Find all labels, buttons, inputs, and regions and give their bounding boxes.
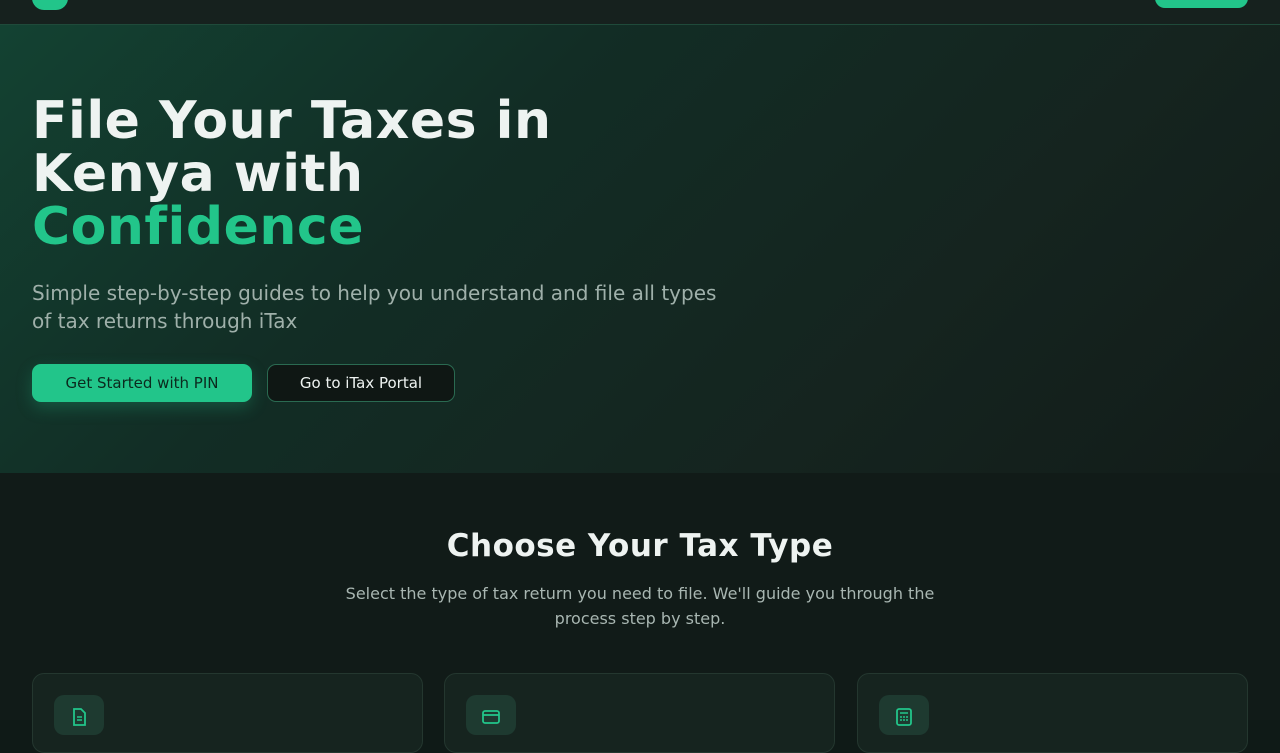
hero-title-line1: File Your Taxes in	[32, 91, 552, 151]
nav-cta-button[interactable]	[1155, 0, 1248, 8]
document-icon	[54, 695, 104, 735]
hero-title-line2: Kenya with	[32, 144, 364, 204]
section-title: Choose Your Tax Type	[446, 528, 834, 564]
itax-portal-button[interactable]: Go to iTax Portal	[267, 364, 455, 402]
tax-type-section: Choose Your Tax Type Select the type of …	[0, 473, 1280, 753]
hero-title-accent: Confidence	[32, 197, 364, 257]
wallet-icon	[466, 695, 516, 735]
hero-title: File Your Taxes in Kenya with Confidence	[32, 95, 752, 254]
logo-icon[interactable]	[32, 0, 68, 10]
tax-type-card[interactable]	[444, 673, 835, 753]
calculator-icon	[879, 695, 929, 735]
hero-subtitle: Simple step-by-step guides to help you u…	[32, 281, 717, 333]
top-navbar	[0, 0, 1280, 25]
hero-section: File Your Taxes in Kenya with Confidence…	[0, 25, 1280, 473]
get-started-button[interactable]: Get Started with PIN	[32, 364, 252, 402]
section-subtitle: Select the type of tax return you need t…	[345, 584, 935, 628]
tax-type-card[interactable]	[32, 673, 423, 753]
tax-type-card[interactable]	[857, 673, 1248, 753]
